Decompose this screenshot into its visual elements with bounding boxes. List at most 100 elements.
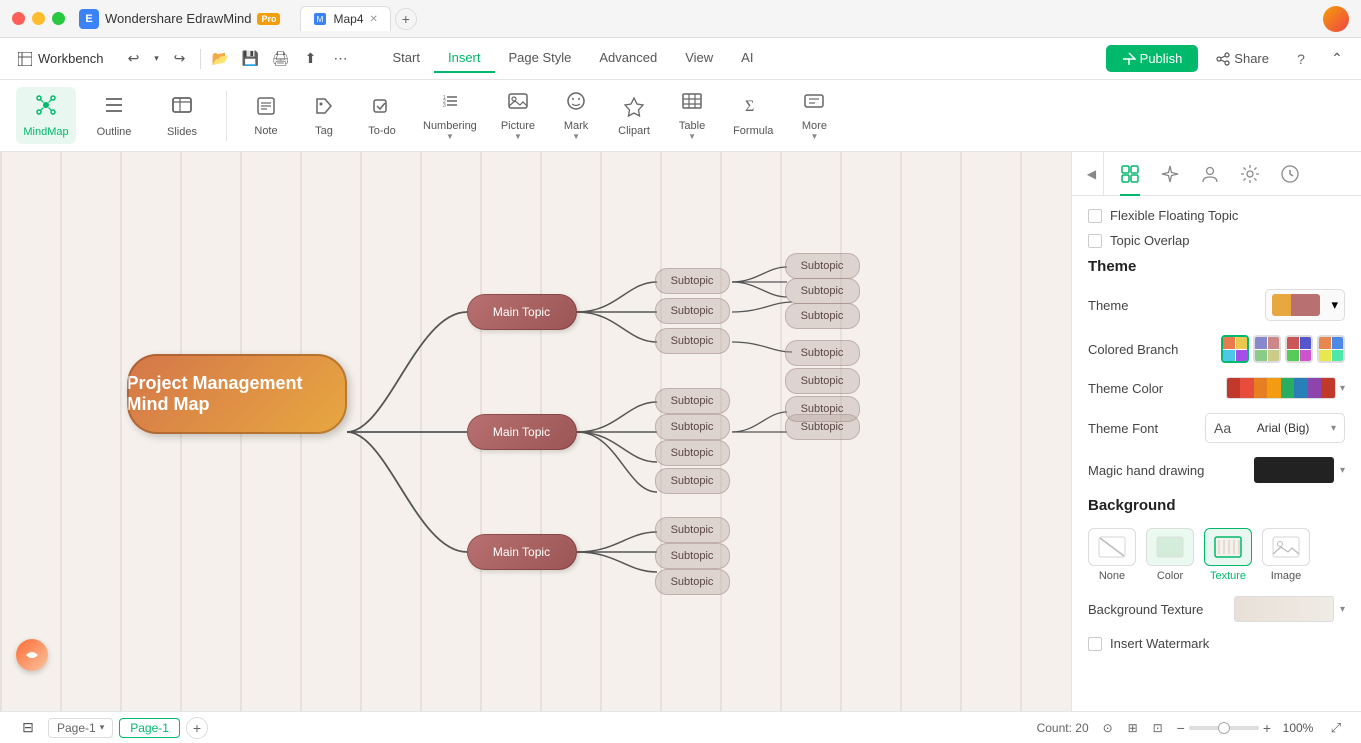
panel-collapse-btn[interactable]: ◀ xyxy=(1080,152,1104,196)
menu-tab-advanced[interactable]: Advanced xyxy=(585,44,671,73)
subtopic-b3[interactable]: Subtopic xyxy=(655,569,730,595)
toolbar-group-mindmap[interactable]: MindMap xyxy=(16,87,76,144)
fullscreen-btn[interactable]: ⤢ xyxy=(1325,717,1347,739)
bg-opt-color[interactable]: Color xyxy=(1146,528,1194,582)
workbench-btn[interactable]: Workbench xyxy=(10,47,112,70)
subtopic-t1[interactable]: Subtopic xyxy=(655,268,730,294)
maximize-window-btn[interactable] xyxy=(52,12,65,25)
active-page-label[interactable]: Page-1 xyxy=(119,718,180,738)
toolbar-item-mark[interactable]: Mark ▼ xyxy=(551,84,601,147)
theme-color-dropdown-arrow[interactable]: ▾ xyxy=(1340,383,1345,394)
bg-opt-texture[interactable]: Texture xyxy=(1204,528,1252,582)
main-topic-3[interactable]: Main Topic xyxy=(467,534,577,570)
minimize-window-btn[interactable] xyxy=(32,12,45,25)
panel-tab-sparkle[interactable] xyxy=(1152,156,1188,192)
zoom-plus-btn[interactable]: + xyxy=(1263,720,1271,736)
subtopic-m1[interactable]: Subtopic xyxy=(655,388,730,414)
font-selector[interactable]: Aa Arial (Big) ▾ xyxy=(1205,413,1345,443)
topic-overlap-label: Topic Overlap xyxy=(1110,233,1189,248)
flexible-floating-checkbox[interactable] xyxy=(1088,209,1102,223)
theme-color-bar[interactable] xyxy=(1226,377,1336,399)
redo-btn[interactable]: ↪ xyxy=(166,45,194,73)
print-btn[interactable]: 🖨 xyxy=(267,45,295,73)
fit-page-btn[interactable]: ⊙ xyxy=(1097,717,1119,739)
panel-toggle-btn[interactable]: ⊟ xyxy=(14,714,42,742)
subtopic-m1-1[interactable]: Subtopic xyxy=(785,396,860,422)
theme-dropdown[interactable]: ▾ xyxy=(1265,289,1345,321)
grid-view-btn[interactable]: ⊞ xyxy=(1122,717,1144,739)
watermark-checkbox[interactable] xyxy=(1088,637,1102,651)
add-page-btn[interactable]: + xyxy=(186,717,208,739)
main-topic-1[interactable]: Main Topic xyxy=(467,294,577,330)
tab-close-btn[interactable]: ✕ xyxy=(370,14,378,25)
subtopic-t1-1[interactable]: Subtopic xyxy=(785,253,860,279)
share-btn[interactable]: Share xyxy=(1206,45,1279,72)
save-btn[interactable]: 💾 xyxy=(237,45,265,73)
toolbar-item-formula[interactable]: Σ Formula xyxy=(725,89,781,143)
toolbar-item-numbering[interactable]: 123 Numbering ▼ xyxy=(415,84,485,147)
bg-color-label: Color xyxy=(1157,570,1183,582)
publish-btn[interactable]: Publish xyxy=(1106,45,1199,72)
toolbar-group-outline[interactable]: Outline xyxy=(84,87,144,144)
branch-opt-4[interactable] xyxy=(1317,335,1345,363)
toolbar-item-table[interactable]: Table ▼ xyxy=(667,84,717,147)
subtopic-b1[interactable]: Subtopic xyxy=(655,517,730,543)
toolbar-item-more[interactable]: More ▼ xyxy=(789,84,839,147)
zoom-percentage[interactable]: 100% xyxy=(1279,721,1317,735)
app-identity: E Wondershare EdrawMind Pro xyxy=(79,9,280,29)
branch-opt-1[interactable] xyxy=(1221,335,1249,363)
main-topic-2[interactable]: Main Topic xyxy=(467,414,577,450)
help-btn[interactable]: ? xyxy=(1287,45,1315,73)
toolbar-item-todo[interactable]: To-do xyxy=(357,89,407,143)
toolbar-item-tag[interactable]: Tag xyxy=(299,89,349,143)
subtopic-t3-1[interactable]: Subtopic xyxy=(785,368,860,394)
magic-hand-swatch[interactable] xyxy=(1254,457,1334,483)
subtopic-t3[interactable]: Subtopic xyxy=(655,328,730,354)
subtopic-b2[interactable]: Subtopic xyxy=(655,543,730,569)
menu-tab-insert[interactable]: Insert xyxy=(434,44,495,73)
subtopic-t2-1[interactable]: Subtopic xyxy=(785,340,860,366)
menu-tab-start[interactable]: Start xyxy=(379,44,434,73)
topic-overlap-checkbox[interactable] xyxy=(1088,234,1102,248)
menu-tab-view[interactable]: View xyxy=(671,44,727,73)
panel-tab-layout[interactable] xyxy=(1112,156,1148,192)
page-1-btn[interactable]: Page-1 ▾ xyxy=(48,718,113,738)
toolbar-item-clipart[interactable]: Clipart xyxy=(609,89,659,143)
zoom-slider[interactable] xyxy=(1189,726,1259,730)
more-actions-btn[interactable]: ⋯ xyxy=(327,45,355,73)
subtopic-m3[interactable]: Subtopic xyxy=(655,440,730,466)
fit-width-btn[interactable]: ⊡ xyxy=(1147,717,1169,739)
subtopic-t1-2[interactable]: Subtopic xyxy=(785,278,860,304)
close-window-btn[interactable] xyxy=(12,12,25,25)
undo-dropdown[interactable]: ▾ xyxy=(150,45,164,73)
open-btn[interactable]: 📂 xyxy=(207,45,235,73)
subtopic-t1-3[interactable]: Subtopic xyxy=(785,303,860,329)
subtopic-m4[interactable]: Subtopic xyxy=(655,468,730,494)
toolbar-item-picture[interactable]: Picture ▼ xyxy=(493,84,543,147)
panel-tab-settings[interactable] xyxy=(1232,156,1268,192)
menu-tab-ai[interactable]: AI xyxy=(727,44,767,73)
tab-map4[interactable]: M Map4 ✕ xyxy=(300,6,390,31)
subtopic-m2[interactable]: Subtopic xyxy=(655,414,730,440)
user-avatar[interactable] xyxy=(1323,6,1349,32)
toolbar-item-note[interactable]: Note xyxy=(241,89,291,143)
panel-tab-clock[interactable] xyxy=(1272,156,1308,192)
central-node[interactable]: Project Management Mind Map xyxy=(127,354,347,434)
branch-opt-2[interactable] xyxy=(1253,335,1281,363)
panel-tab-person[interactable] xyxy=(1192,156,1228,192)
bg-opt-none[interactable]: None xyxy=(1088,528,1136,582)
undo-btn[interactable]: ↩ xyxy=(120,45,148,73)
magic-hand-arrow[interactable]: ▾ xyxy=(1340,465,1345,476)
add-tab-btn[interactable]: + xyxy=(395,8,417,30)
branch-opt-3[interactable] xyxy=(1285,335,1313,363)
texture-bar-arrow[interactable]: ▾ xyxy=(1340,604,1345,615)
canvas[interactable]: Project Management Mind Map Main Topic M… xyxy=(0,152,1071,711)
bg-opt-image[interactable]: Image xyxy=(1262,528,1310,582)
texture-bar[interactable] xyxy=(1234,596,1334,622)
collapse-menu-btn[interactable]: ⌃ xyxy=(1323,45,1351,73)
export-btn[interactable]: ⬆ xyxy=(297,45,325,73)
toolbar-group-slides[interactable]: Slides xyxy=(152,87,212,144)
menu-tab-page-style[interactable]: Page Style xyxy=(495,44,586,73)
subtopic-t2[interactable]: Subtopic xyxy=(655,298,730,324)
zoom-minus-btn[interactable]: − xyxy=(1177,720,1185,736)
